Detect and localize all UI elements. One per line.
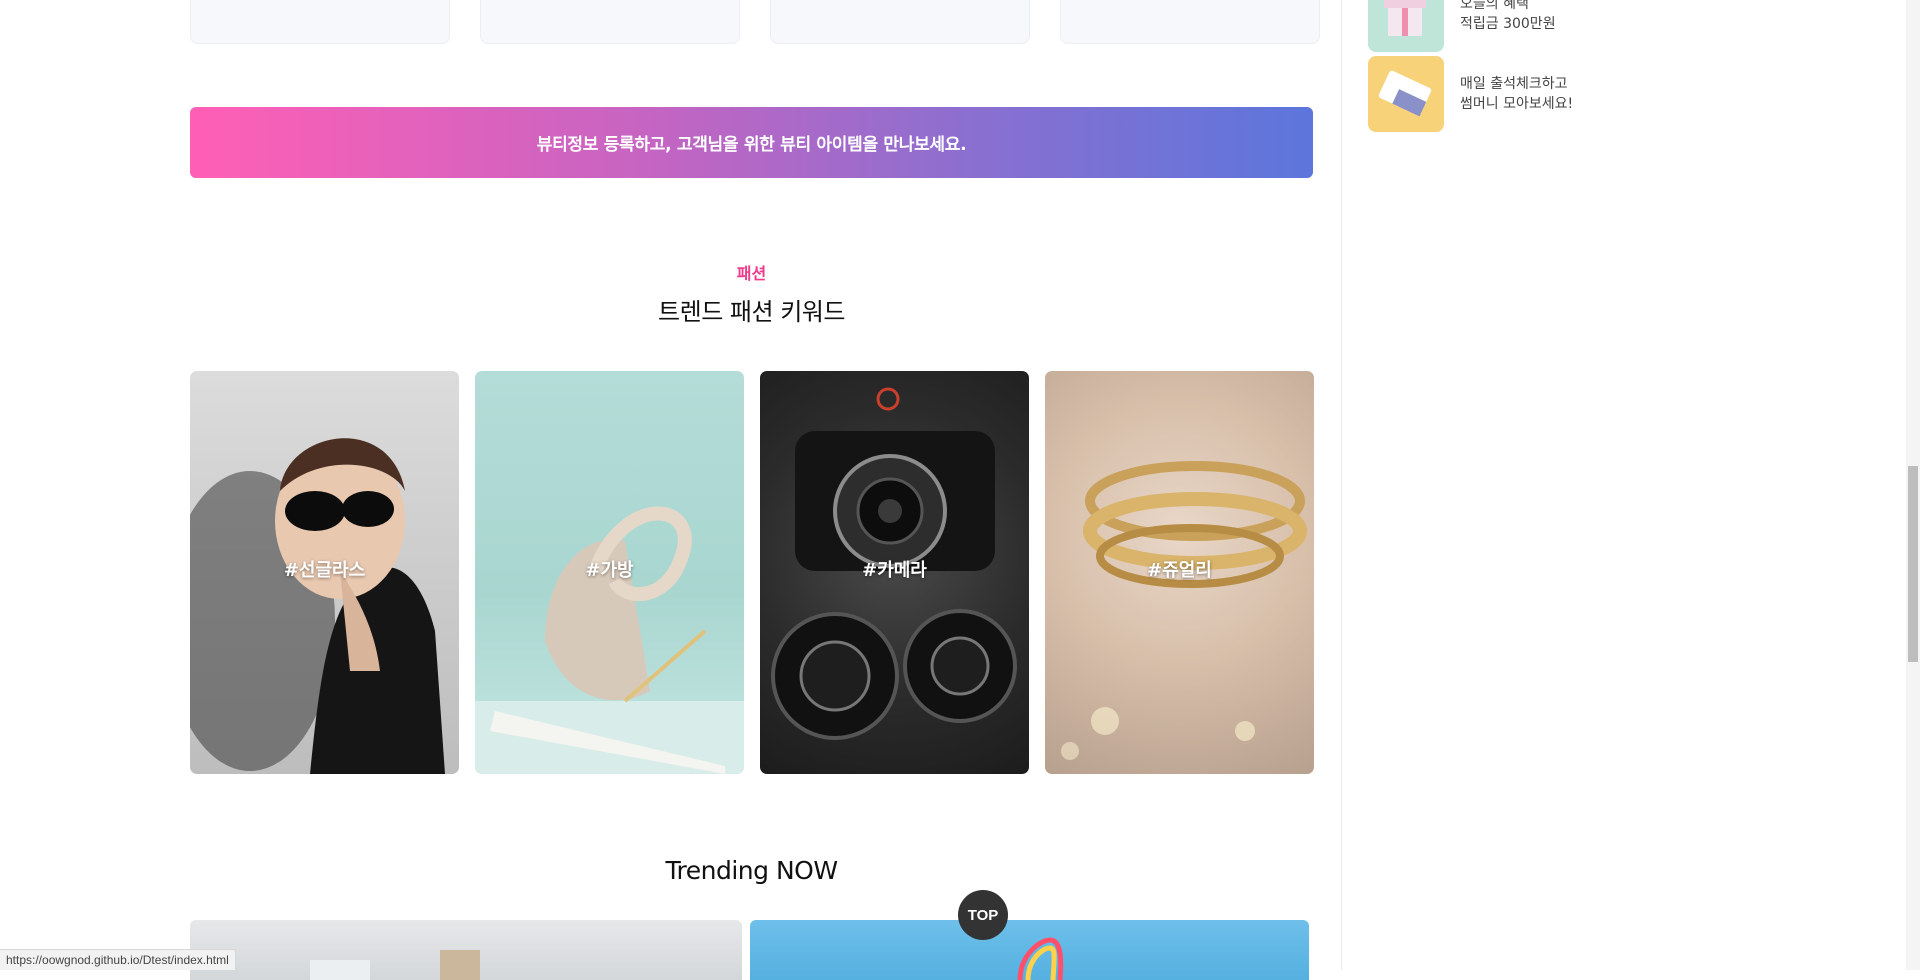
top-card[interactable] <box>480 0 740 44</box>
keyword-card-bag[interactable]: #가방 <box>475 371 744 774</box>
top-card[interactable] <box>190 0 450 44</box>
trending-card-list <box>190 920 1309 980</box>
promo-attendance[interactable]: 매일 출석체크하고 썸머니 모아보세요! <box>1368 56 1573 132</box>
promo-today-benefit[interactable]: 오늘의 혜택 적립금 300만원 <box>1368 0 1556 52</box>
keyword-tag: #카메라 <box>862 560 927 581</box>
top-card[interactable] <box>1060 0 1320 44</box>
section-title: 트렌드 패션 키워드 <box>658 298 845 326</box>
trending-card[interactable] <box>190 920 742 980</box>
trending-card[interactable] <box>750 920 1309 980</box>
promo-line: 썸머니 모아보세요! <box>1460 96 1574 112</box>
gift-icon <box>1368 0 1444 52</box>
keyword-card-jewelry[interactable]: #쥬얼리 <box>1045 371 1314 774</box>
section-category-label: 패션 <box>736 264 767 283</box>
keyword-tag: #가방 <box>585 560 634 581</box>
page-scrollbar[interactable] <box>1906 0 1920 970</box>
keyword-tag: #선글라스 <box>283 560 366 581</box>
coupon-icon <box>1368 56 1444 132</box>
status-url: https://oowgnod.github.io/Dtest/index.ht… <box>0 949 236 970</box>
trending-photo <box>1017 937 1064 980</box>
promo-line: 매일 출석체크하고 <box>1460 76 1568 92</box>
scroll-top-button[interactable]: TOP <box>958 890 1008 940</box>
keyword-card-camera[interactable]: #카메라 <box>760 371 1029 774</box>
banner-text: 뷰티정보 등록하고, 고객님을 위한 뷰티 아이템을 만나보세요. <box>536 135 967 155</box>
beauty-info-banner[interactable]: 뷰티정보 등록하고, 고객님을 위한 뷰티 아이템을 만나보세요. <box>190 107 1313 178</box>
trending-photo <box>310 950 480 980</box>
keyword-card-list: #선글라스 #가방 #카메라 #쥬얼리 <box>190 371 1314 774</box>
sidebar: 오늘의 혜택 적립금 300만원 매일 출석체크하고 썸머니 모아보세요! <box>1341 0 1920 970</box>
promo-line: 오늘의 혜택 <box>1460 0 1529 12</box>
trending-title: Trending NOW <box>665 856 838 885</box>
scrollbar-thumb[interactable] <box>1908 466 1918 662</box>
top-card[interactable] <box>770 0 1030 44</box>
keyword-card-sunglasses[interactable]: #선글라스 <box>190 371 459 774</box>
keyword-tag: #쥬얼리 <box>1147 560 1212 581</box>
top-card-row <box>190 0 1320 44</box>
promo-line: 적립금 300만원 <box>1460 16 1556 32</box>
